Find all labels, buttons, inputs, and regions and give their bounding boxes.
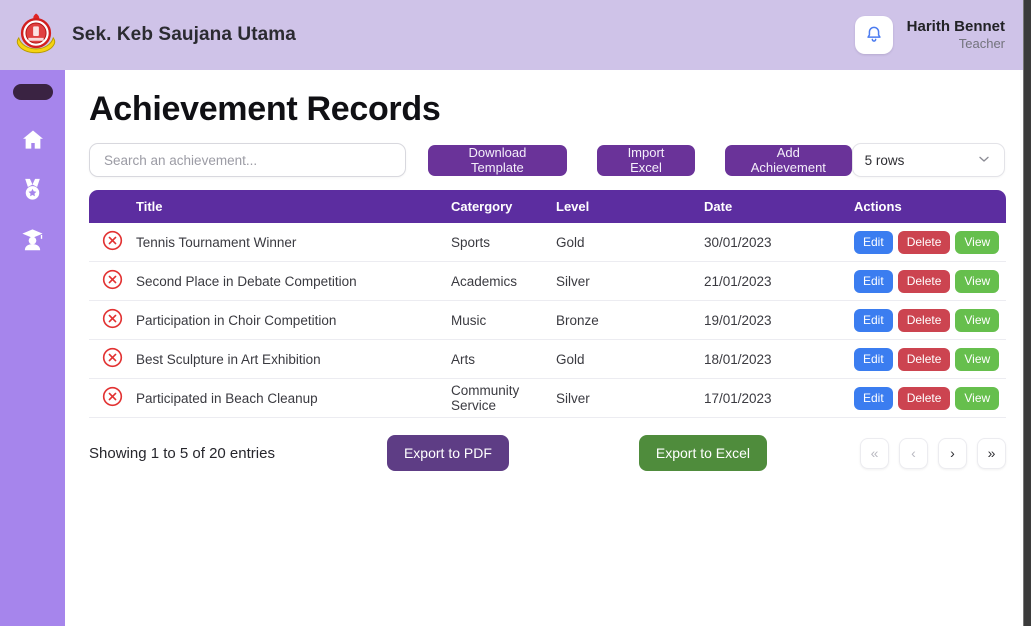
table-header-row: Title Catergory Level Date Actions: [89, 190, 1006, 223]
school-logo: [13, 12, 59, 58]
chevron-down-icon: [976, 151, 992, 170]
rows-per-page-select[interactable]: 5 rows: [852, 143, 1005, 177]
delete-button[interactable]: Delete: [898, 309, 951, 332]
sidebar-toggle-button[interactable]: [13, 84, 53, 100]
toolbar: Download Template Import Excel Add Achie…: [89, 143, 1005, 177]
bell-icon: [864, 24, 884, 47]
entries-summary: Showing 1 to 5 of 20 entries: [89, 445, 275, 462]
remove-row-button[interactable]: [89, 346, 136, 372]
cell-category: Community Service: [451, 383, 556, 413]
table-row: Tennis Tournament Winner Sports Gold 30/…: [89, 223, 1006, 262]
view-button[interactable]: View: [955, 270, 999, 293]
sidebar-item-achievements[interactable]: [13, 172, 53, 212]
cell-level: Bronze: [556, 313, 704, 328]
delete-button[interactable]: Delete: [898, 387, 951, 410]
cell-date: 21/01/2023: [704, 274, 854, 289]
delete-button[interactable]: Delete: [898, 231, 951, 254]
notifications-button[interactable]: [855, 16, 893, 54]
user-info[interactable]: Harith Bennet Teacher: [907, 18, 1005, 53]
cell-date: 18/01/2023: [704, 352, 854, 367]
cell-category: Academics: [451, 274, 556, 289]
column-header-title: Title: [136, 199, 451, 214]
cell-actions: Edit Delete View: [854, 309, 1006, 332]
edit-button[interactable]: Edit: [854, 387, 893, 410]
red-circle-x-icon: [101, 268, 124, 294]
remove-row-button[interactable]: [89, 268, 136, 294]
edit-button[interactable]: Edit: [854, 270, 893, 293]
sidebar: [0, 70, 65, 626]
delete-button[interactable]: Delete: [898, 348, 951, 371]
cell-category: Arts: [451, 352, 556, 367]
remove-row-button[interactable]: [89, 307, 136, 333]
cell-actions: Edit Delete View: [854, 348, 1006, 371]
red-circle-x-icon: [101, 385, 124, 411]
first-page-button[interactable]: «: [860, 438, 889, 469]
edit-button[interactable]: Edit: [854, 231, 893, 254]
cell-level: Silver: [556, 274, 704, 289]
red-circle-x-icon: [101, 229, 124, 255]
cell-date: 19/01/2023: [704, 313, 854, 328]
table-row: Second Place in Debate Competition Acade…: [89, 262, 1006, 301]
medal-icon: [19, 176, 46, 208]
home-icon: [20, 127, 46, 158]
cell-date: 17/01/2023: [704, 391, 854, 406]
table-row: Participated in Beach Cleanup Community …: [89, 379, 1006, 418]
remove-row-button[interactable]: [89, 385, 136, 411]
delete-button[interactable]: Delete: [898, 270, 951, 293]
search-input[interactable]: [89, 143, 406, 177]
view-button[interactable]: View: [955, 387, 999, 410]
table-body: Tennis Tournament Winner Sports Gold 30/…: [89, 223, 1006, 418]
cell-title: Best Sculpture in Art Exhibition: [136, 352, 451, 367]
window-scrollbar[interactable]: [1023, 0, 1031, 626]
view-button[interactable]: View: [955, 309, 999, 332]
cell-title: Participation in Choir Competition: [136, 313, 451, 328]
rows-select-value: 5 rows: [865, 153, 905, 168]
column-header-date: Date: [704, 199, 854, 214]
cell-date: 30/01/2023: [704, 235, 854, 250]
main-content: Achievement Records Download Template Im…: [65, 70, 1023, 626]
cell-title: Second Place in Debate Competition: [136, 274, 451, 289]
cell-title: Participated in Beach Cleanup: [136, 391, 451, 406]
user-name: Harith Bennet: [907, 18, 1005, 37]
graduate-student-icon: [19, 226, 46, 258]
export-excel-button[interactable]: Export to Excel: [639, 435, 767, 471]
red-circle-x-icon: [101, 346, 124, 372]
sidebar-item-students[interactable]: [13, 222, 53, 262]
next-page-button[interactable]: ›: [938, 438, 967, 469]
cell-actions: Edit Delete View: [854, 231, 1006, 254]
edit-button[interactable]: Edit: [854, 309, 893, 332]
cell-title: Tennis Tournament Winner: [136, 235, 451, 250]
table-footer: Showing 1 to 5 of 20 entries Export to P…: [89, 435, 1006, 471]
user-role: Teacher: [907, 36, 1005, 52]
achievements-table: Title Catergory Level Date Actions Tenni…: [89, 190, 1006, 418]
export-pdf-button[interactable]: Export to PDF: [387, 435, 509, 471]
last-page-button[interactable]: »: [977, 438, 1006, 469]
cell-category: Music: [451, 313, 556, 328]
column-header-category: Catergory: [451, 199, 556, 214]
view-button[interactable]: View: [955, 231, 999, 254]
table-row: Best Sculpture in Art Exhibition Arts Go…: [89, 340, 1006, 379]
column-header-level: Level: [556, 199, 704, 214]
cell-category: Sports: [451, 235, 556, 250]
cell-level: Silver: [556, 391, 704, 406]
cell-actions: Edit Delete View: [854, 270, 1006, 293]
cell-actions: Edit Delete View: [854, 387, 1006, 410]
download-template-button[interactable]: Download Template: [428, 145, 567, 176]
school-name: Sek. Keb Saujana Utama: [72, 24, 296, 46]
table-row: Participation in Choir Competition Music…: [89, 301, 1006, 340]
cell-level: Gold: [556, 235, 704, 250]
sidebar-item-home[interactable]: [13, 122, 53, 162]
column-header-actions: Actions: [854, 199, 1006, 214]
red-circle-x-icon: [101, 307, 124, 333]
app-header: Sek. Keb Saujana Utama Harith Bennet Tea…: [0, 0, 1023, 70]
cell-level: Gold: [556, 352, 704, 367]
pagination: « ‹ › »: [860, 438, 1006, 469]
previous-page-button[interactable]: ‹: [899, 438, 928, 469]
view-button[interactable]: View: [955, 348, 999, 371]
page-title: Achievement Records: [89, 90, 1005, 129]
import-excel-button[interactable]: Import Excel: [597, 145, 695, 176]
remove-row-button[interactable]: [89, 229, 136, 255]
add-achievement-button[interactable]: Add Achievement: [725, 145, 851, 176]
edit-button[interactable]: Edit: [854, 348, 893, 371]
